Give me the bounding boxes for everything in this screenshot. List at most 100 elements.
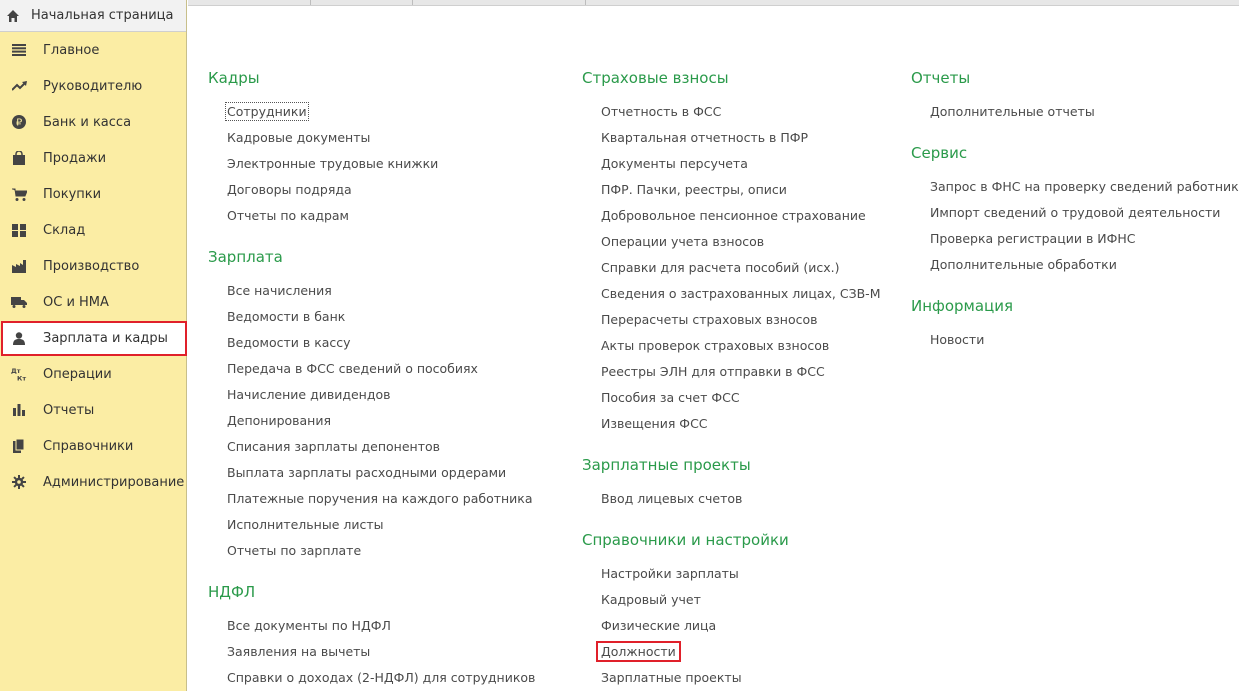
sidebar-item-label: Главное	[43, 42, 100, 58]
link-dividends[interactable]: Начисление дивидендов	[227, 387, 391, 402]
section-title-zarplata: Зарплата	[208, 248, 283, 266]
sidebar-item-operations[interactable]: Дт Кт Операции	[0, 357, 186, 391]
link-depositor-writeoffs[interactable]: Списания зарплаты депонентов	[227, 439, 440, 454]
link-individuals[interactable]: Физические лица	[601, 618, 716, 633]
sidebar-item-label: Операции	[43, 366, 112, 382]
sidebar-item-administration[interactable]: Администрирование	[0, 465, 186, 499]
link-fss-notices[interactable]: Извещения ФСС	[601, 416, 708, 431]
link-recalculations[interactable]: Перерасчеты страховых взносов	[601, 312, 818, 327]
section-title-kadry: Кадры	[208, 69, 260, 87]
sidebar-item-label: Склад	[43, 222, 86, 238]
home-page-link[interactable]: Начальная страница	[0, 0, 186, 32]
sidebar-item-reports[interactable]: Отчеты	[0, 393, 186, 427]
shopping-bag-icon	[11, 150, 27, 166]
trend-up-icon	[11, 78, 27, 94]
link-pfr-quarterly[interactable]: Квартальная отчетность в ПФР	[601, 130, 808, 145]
link-ndfl-documents[interactable]: Все документы по НДФЛ	[227, 618, 391, 633]
bar-chart-icon	[11, 402, 27, 418]
sidebar: Начальная страница Главное Руководителю …	[0, 0, 187, 691]
link-fns-request[interactable]: Запрос в ФНС на проверку сведений работн…	[930, 179, 1239, 194]
svg-text:Кт: Кт	[17, 375, 26, 382]
sidebar-item-main[interactable]: Главное	[0, 33, 186, 67]
link-import-labor-info[interactable]: Импорт сведений о трудовой деятельности	[930, 205, 1220, 220]
link-all-accruals[interactable]: Все начисления	[227, 283, 332, 298]
link-positions[interactable]: Должности	[596, 641, 681, 662]
link-additional-reports[interactable]: Дополнительные отчеты	[930, 104, 1095, 119]
sidebar-item-label: Отчеты	[43, 402, 95, 418]
sidebar-item-label: Продажи	[43, 150, 107, 166]
link-salary-projects[interactable]: Зарплатные проекты	[601, 670, 742, 685]
sidebar-item-label: Справочники	[43, 438, 134, 454]
section-title-reports: Отчеты	[911, 69, 971, 87]
sidebar-item-label: ОС и НМА	[43, 294, 109, 310]
link-audit-acts[interactable]: Акты проверок страховых взносов	[601, 338, 829, 353]
sidebar-item-bank[interactable]: ₽ Банк и касса	[0, 105, 186, 139]
link-personal-records[interactable]: Документы персучета	[601, 156, 748, 171]
link-fss-benefits-payments[interactable]: Пособия за счет ФСС	[601, 390, 740, 405]
sidebar-item-label: Покупки	[43, 186, 102, 202]
link-hr-reports[interactable]: Отчеты по кадрам	[227, 208, 349, 223]
section-title-ndfl: НДФЛ	[208, 583, 256, 601]
link-payment-orders[interactable]: Платежные поручения на каждого работника	[227, 491, 533, 506]
tab-strip	[188, 0, 1239, 6]
link-hr-accounting[interactable]: Кадровый учет	[601, 592, 701, 607]
warehouse-grid-icon	[11, 222, 27, 238]
truck-icon	[11, 294, 27, 310]
sidebar-item-warehouse[interactable]: Склад	[0, 213, 186, 247]
link-additional-processing[interactable]: Дополнительные обработки	[930, 257, 1117, 272]
link-eln-registers[interactable]: Реестры ЭЛН для отправки в ФСС	[601, 364, 825, 379]
sidebar-item-label: Администрирование	[43, 474, 185, 490]
svg-text:₽: ₽	[16, 118, 23, 129]
factory-icon	[11, 258, 27, 274]
tab-separator	[412, 0, 413, 5]
link-hr-documents[interactable]: Кадровые документы	[227, 130, 370, 145]
section-title-insurance: Страховые взносы	[582, 69, 729, 87]
link-deduction-requests[interactable]: Заявления на вычеты	[227, 644, 370, 659]
link-writs[interactable]: Исполнительные листы	[227, 517, 384, 532]
sidebar-item-label: Производство	[43, 258, 140, 274]
link-benefit-certificates[interactable]: Справки для расчета пособий (исх.)	[601, 260, 839, 275]
gear-icon	[11, 474, 27, 490]
sidebar-item-sales[interactable]: Продажи	[0, 141, 186, 175]
sidebar-item-production[interactable]: Производство	[0, 249, 186, 283]
link-2ndfl[interactable]: Справки о доходах (2-НДФЛ) для сотрудник…	[227, 670, 535, 685]
section-title-information: Информация	[911, 297, 1014, 315]
link-cash-statements[interactable]: Ведомости в кассу	[227, 335, 351, 350]
dt-kt-icon: Дт Кт	[11, 366, 27, 382]
home-label: Начальная страница	[31, 8, 174, 23]
section-title-directories-settings: Справочники и настройки	[582, 531, 789, 549]
tab-separator	[310, 0, 311, 5]
link-deposits[interactable]: Депонирования	[227, 413, 331, 428]
link-salary-settings[interactable]: Настройки зарплаты	[601, 566, 739, 581]
sidebar-item-purchases[interactable]: Покупки	[0, 177, 186, 211]
person-icon	[11, 331, 27, 347]
cart-icon	[11, 186, 27, 202]
link-employees[interactable]: Сотрудники	[225, 102, 309, 121]
link-cash-order-payments[interactable]: Выплата зарплаты расходными ордерами	[227, 465, 506, 480]
link-fss-reporting[interactable]: Отчетность в ФСС	[601, 104, 721, 119]
sidebar-item-label: Банк и касса	[43, 114, 132, 130]
link-ifns-check[interactable]: Проверка регистрации в ИФНС	[930, 231, 1136, 246]
link-account-input[interactable]: Ввод лицевых счетов	[601, 491, 742, 506]
link-salary-reports[interactable]: Отчеты по зарплате	[227, 543, 361, 558]
ruble-coin-icon: ₽	[11, 114, 27, 130]
menu-lines-icon	[11, 42, 27, 58]
sidebar-item-label: Руководителю	[43, 78, 143, 94]
link-contracts[interactable]: Договоры подряда	[227, 182, 352, 197]
section-title-salary-projects: Зарплатные проекты	[582, 456, 751, 474]
sidebar-item-assets[interactable]: ОС и НМА	[0, 285, 186, 319]
link-e-workbooks[interactable]: Электронные трудовые книжки	[227, 156, 438, 171]
sidebar-item-salary-hr[interactable]: Зарплата и кадры	[1, 321, 187, 356]
link-szv-m[interactable]: Сведения о застрахованных лицах, СЗВ-М	[601, 286, 880, 301]
sidebar-item-directories[interactable]: Справочники	[0, 429, 186, 463]
link-voluntary-pension[interactable]: Добровольное пенсионное страхование	[601, 208, 866, 223]
section-title-service: Сервис	[911, 144, 968, 162]
link-fss-benefits[interactable]: Передача в ФСС сведений о пособиях	[227, 361, 478, 376]
link-news[interactable]: Новости	[930, 332, 984, 347]
books-icon	[11, 438, 27, 454]
link-pfr-batches[interactable]: ПФР. Пачки, реестры, описи	[601, 182, 787, 197]
link-contribution-operations[interactable]: Операции учета взносов	[601, 234, 764, 249]
sidebar-item-manager[interactable]: Руководителю	[0, 69, 186, 103]
tab-separator	[585, 0, 586, 5]
link-bank-statements[interactable]: Ведомости в банк	[227, 309, 345, 324]
